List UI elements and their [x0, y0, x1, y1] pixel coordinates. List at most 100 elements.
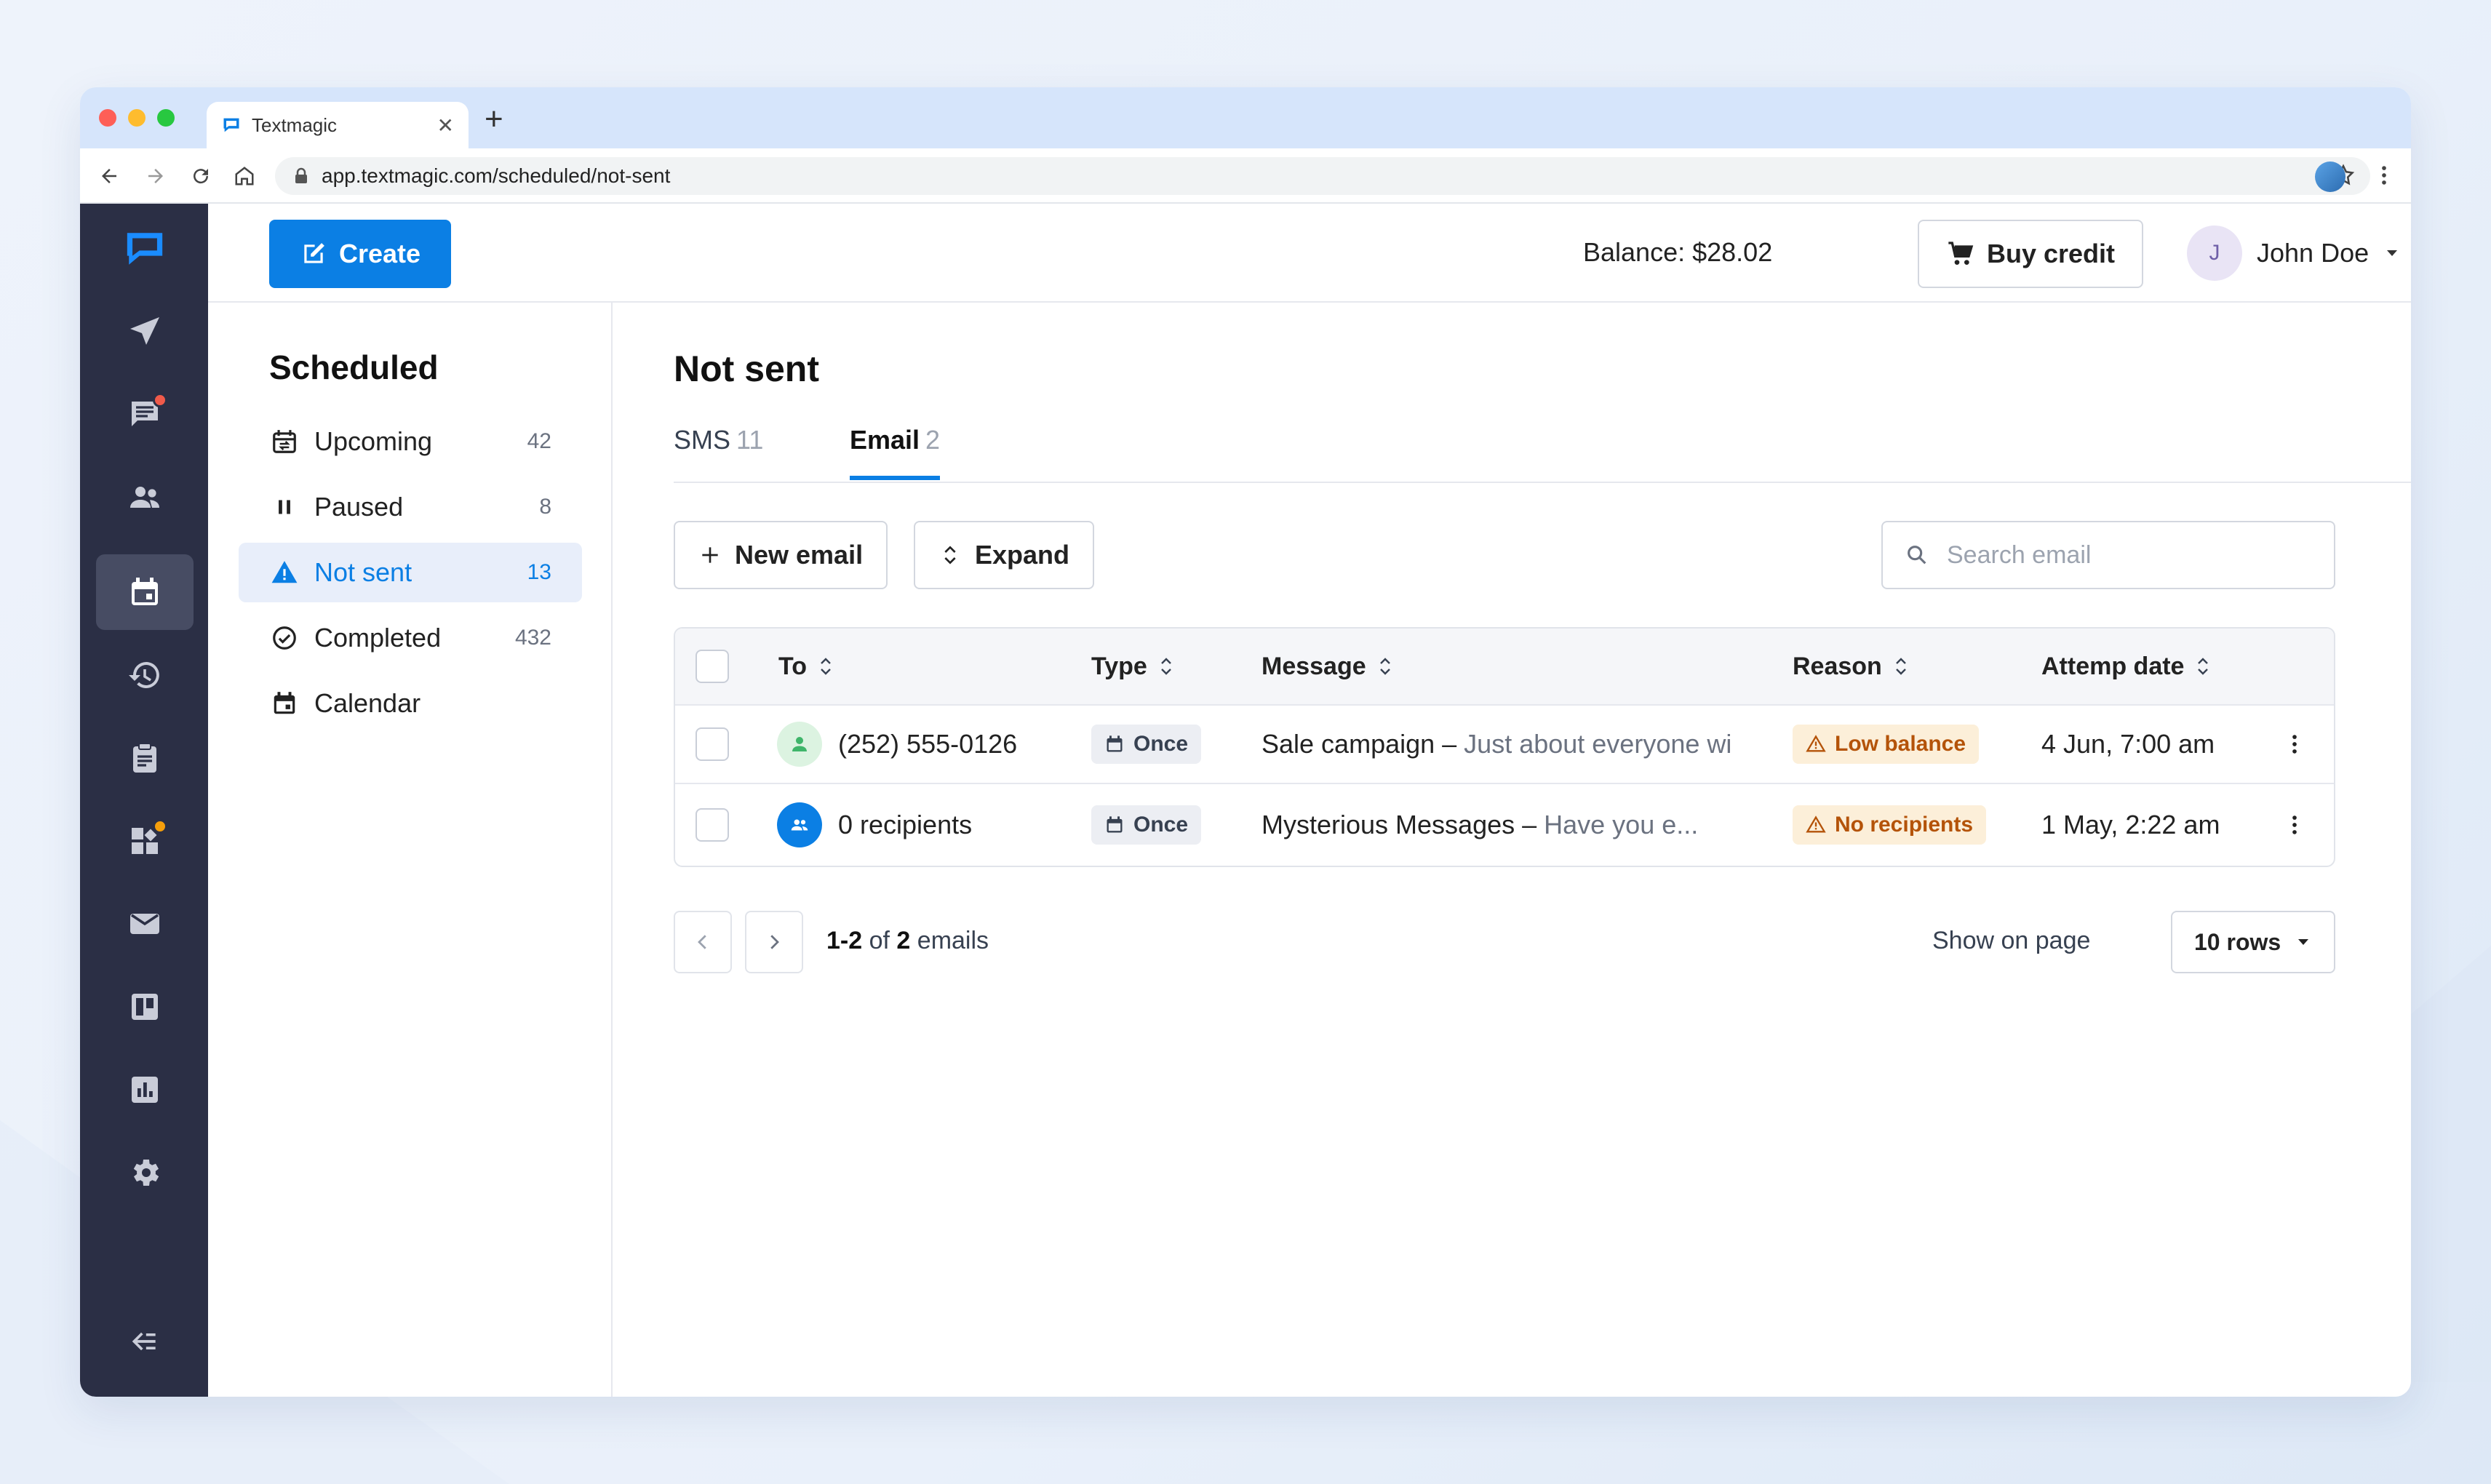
column-reason[interactable]: Reason [1793, 629, 1910, 704]
message-title: Sale campaign – [1262, 729, 1457, 759]
browser-tab[interactable]: Textmagic ✕ [207, 102, 469, 148]
message-title: Mysterious Messages – [1262, 810, 1537, 839]
create-button[interactable]: Create [269, 220, 451, 288]
check-circle-icon [273, 626, 296, 650]
url-text: app.textmagic.com/scheduled/not-sent [322, 164, 671, 187]
column-message[interactable]: Message [1262, 629, 1394, 704]
table-row[interactable]: (252) 555-0126 Once Sale campaign – Just… [675, 706, 2334, 784]
sort-icon [821, 658, 831, 675]
page-range: 1-2 [826, 927, 863, 954]
close-window-button[interactable] [99, 109, 116, 127]
tab-label: SMS [674, 425, 731, 455]
new-tab-button[interactable]: + [485, 103, 503, 135]
pause-icon [279, 500, 290, 514]
expand-button[interactable]: Expand [914, 521, 1095, 589]
subnav-item-upcoming[interactable]: Upcoming 42 [239, 412, 582, 471]
prev-page-button[interactable] [674, 911, 732, 973]
apps-icon[interactable] [96, 803, 194, 879]
message-preview: Have you e... [1544, 810, 1699, 839]
calendar-sync-icon [273, 430, 296, 453]
row-menu-icon[interactable] [2280, 706, 2309, 783]
search-icon [1908, 546, 1926, 565]
subnav-item-not-sent[interactable]: Not sent 13 [239, 543, 582, 602]
browser-menu-icon[interactable] [2372, 163, 2396, 191]
column-to[interactable]: To [778, 629, 834, 704]
subnav-label: Calendar [314, 688, 421, 718]
collapse-sidebar-icon[interactable] [96, 1304, 194, 1379]
close-tab-icon[interactable]: ✕ [437, 113, 454, 137]
calendar-icon [1107, 735, 1123, 752]
search-email-field[interactable] [1881, 521, 2335, 589]
reason-label: No recipients [1835, 813, 1974, 837]
browser-profile-avatar[interactable] [2315, 161, 2345, 192]
send-icon[interactable] [96, 294, 194, 370]
maximize-window-button[interactable] [157, 109, 175, 127]
contact-icon [777, 722, 822, 767]
new-email-button[interactable]: New email [674, 521, 888, 589]
contacts-icon[interactable] [96, 460, 194, 535]
unit-text: emails [917, 927, 989, 954]
board-icon[interactable] [96, 969, 194, 1045]
minimize-window-button[interactable] [128, 109, 146, 127]
calendar-icon [274, 692, 295, 714]
show-on-page-label: Show on page [1932, 927, 2091, 954]
column-label: Attemp date [2041, 652, 2185, 680]
sort-icon [1160, 658, 1171, 675]
tab-email[interactable]: Email 2 [850, 425, 941, 480]
table-row[interactable]: 0 recipients Once Mysterious Messages – … [675, 786, 2334, 864]
forward-icon[interactable] [143, 163, 169, 189]
column-label: Message [1262, 652, 1366, 680]
back-icon[interactable] [96, 163, 122, 189]
column-type[interactable]: Type [1091, 629, 1175, 704]
settings-icon[interactable] [96, 1135, 194, 1210]
select-all-checkbox[interactable] [696, 629, 729, 704]
home-icon[interactable] [231, 163, 258, 189]
email-icon[interactable] [96, 886, 194, 962]
reload-icon[interactable] [188, 163, 214, 189]
type-label: Once [1133, 813, 1189, 837]
subnav-item-calendar[interactable]: Calendar [239, 674, 582, 733]
row-checkbox[interactable] [696, 786, 729, 864]
tab-count: 11 [736, 425, 764, 455]
textmagic-logo-icon[interactable] [96, 211, 194, 287]
tab-label: Email [850, 425, 920, 455]
chat-icon[interactable] [96, 377, 194, 452]
address-bar: app.textmagic.com/scheduled/not-sent [80, 148, 2411, 204]
next-page-button[interactable] [745, 911, 803, 973]
emails-table: To Type Message Reason Attemp date (252)… [674, 627, 2335, 867]
group-icon [777, 802, 822, 847]
row-menu-icon[interactable] [2280, 786, 2309, 864]
warning-icon [1806, 735, 1826, 752]
tab-sms[interactable]: SMS 11 [674, 425, 763, 476]
chevron-down-icon [2298, 939, 2308, 945]
scheduled-calendar-icon[interactable] [96, 554, 194, 630]
app: Create Balance: $28.02 Buy credit J John… [80, 204, 2411, 1397]
type-badge: Once [1091, 725, 1202, 764]
cart-icon [1948, 242, 1974, 265]
rows-per-page-select[interactable]: 10 rows [2171, 911, 2335, 973]
row-checkbox[interactable] [696, 706, 729, 783]
clipboard-icon[interactable] [96, 720, 194, 796]
apps-badge [153, 819, 167, 834]
sort-icon [2198, 658, 2209, 675]
buy-credit-button[interactable]: Buy credit [1918, 220, 2143, 288]
column-label: Reason [1793, 652, 1882, 680]
column-attempt-date[interactable]: Attemp date [2041, 629, 2212, 704]
to-cell: (252) 555-0126 [777, 706, 1017, 783]
url-field[interactable]: app.textmagic.com/scheduled/not-sent [275, 157, 2370, 195]
search-input[interactable] [1947, 540, 2312, 570]
avatar: J [2187, 226, 2242, 281]
history-icon[interactable] [96, 637, 194, 713]
subnav-item-completed[interactable]: Completed 432 [239, 608, 582, 668]
subnav-label: Completed [314, 623, 442, 653]
user-menu[interactable]: J John Doe [2187, 226, 2401, 281]
reports-icon[interactable] [96, 1052, 194, 1128]
channel-tabs: SMS 11 Email 2 [674, 412, 2411, 483]
subnav-item-paused[interactable]: Paused 8 [239, 477, 582, 537]
subnav-count: 8 [539, 495, 551, 519]
message-cell: Mysterious Messages – Have you e... [1262, 786, 1778, 864]
column-label: To [778, 652, 808, 680]
tab-count: 2 [925, 425, 941, 455]
reason-cell: Low balance [1793, 706, 1980, 783]
balance-text: Balance: $28.02 [1583, 237, 1773, 267]
